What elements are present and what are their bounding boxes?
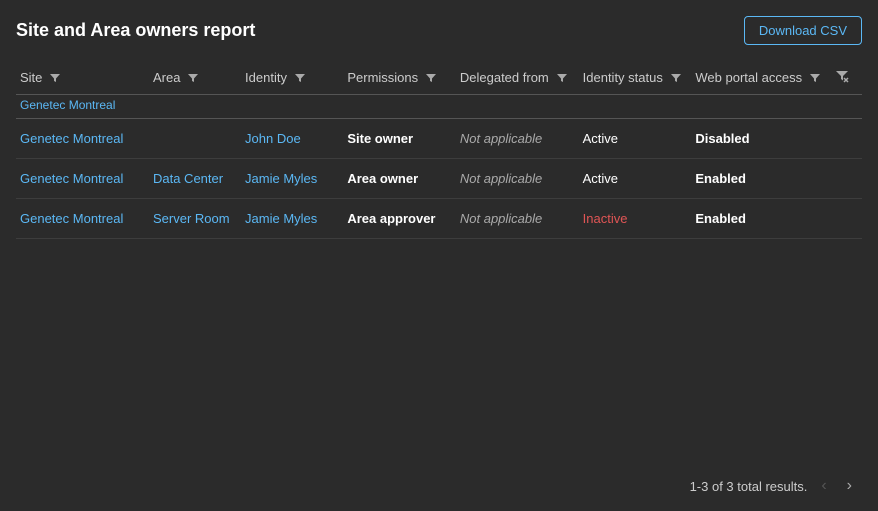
- site-link-0[interactable]: Genetec Montreal: [20, 131, 123, 146]
- table-wrapper: Site Area: [16, 61, 862, 465]
- cell-area-0: [149, 119, 241, 159]
- page-title: Site and Area owners report: [16, 20, 255, 41]
- cell-identity-status-1: Active: [579, 159, 692, 199]
- col-header-area: Area: [149, 61, 241, 95]
- identity-status-value-0: Active: [583, 131, 618, 146]
- web-portal-value-0: Disabled: [695, 131, 749, 146]
- col-header-delegated-from: Delegated from: [456, 61, 579, 95]
- download-csv-button[interactable]: Download CSV: [744, 16, 862, 45]
- table-row: Genetec Montreal Server Room Jamie Myles…: [16, 199, 862, 239]
- web-portal-filter-icon[interactable]: [810, 73, 820, 83]
- cell-delegated-from-2: Not applicable: [456, 199, 579, 239]
- cell-identity-0: John Doe: [241, 119, 343, 159]
- area-link-2[interactable]: Server Room: [153, 211, 230, 226]
- cell-web-portal-access-2: Enabled: [691, 199, 831, 239]
- identity-filter-icon[interactable]: [295, 73, 305, 83]
- cell-empty-0: [831, 119, 862, 159]
- col-header-identity-status: Identity status: [579, 61, 692, 95]
- site-filter-value: Genetec Montreal: [20, 98, 115, 112]
- cell-area-1: Data Center: [149, 159, 241, 199]
- col-header-site: Site: [16, 61, 149, 95]
- col-header-clear-filters[interactable]: [831, 61, 862, 95]
- cell-identity-2: Jamie Myles: [241, 199, 343, 239]
- table-row: Genetec Montreal John Doe Site owner Not…: [16, 119, 862, 159]
- area-filter-icon[interactable]: [188, 73, 198, 83]
- footer: 1-3 of 3 total results. ‹ ›: [16, 465, 862, 501]
- cell-empty-1: [831, 159, 862, 199]
- header: Site and Area owners report Download CSV: [16, 16, 862, 45]
- col-header-web-portal-access: Web portal access: [691, 61, 831, 95]
- cell-identity-status-0: Active: [579, 119, 692, 159]
- cell-delegated-from-1: Not applicable: [456, 159, 579, 199]
- cell-site-0: Genetec Montreal: [16, 119, 149, 159]
- table-header-row: Site Area: [16, 61, 862, 95]
- site-filter-icon[interactable]: [50, 73, 60, 83]
- area-link-1[interactable]: Data Center: [153, 171, 223, 186]
- clear-all-filters-icon[interactable]: [835, 71, 849, 86]
- cell-web-portal-access-0: Disabled: [691, 119, 831, 159]
- site-link-1[interactable]: Genetec Montreal: [20, 171, 123, 186]
- col-header-permissions: Permissions: [343, 61, 456, 95]
- prev-page-button[interactable]: ‹: [815, 475, 832, 497]
- identity-status-filter-icon[interactable]: [671, 73, 681, 83]
- identity-link-0[interactable]: John Doe: [245, 131, 301, 146]
- next-page-button[interactable]: ›: [841, 475, 858, 497]
- identity-link-2[interactable]: Jamie Myles: [245, 211, 317, 226]
- cell-identity-1: Jamie Myles: [241, 159, 343, 199]
- owners-table: Site Area: [16, 61, 862, 239]
- identity-status-value-2: Inactive: [583, 211, 628, 226]
- identity-link-1[interactable]: Jamie Myles: [245, 171, 317, 186]
- cell-area-2: Server Room: [149, 199, 241, 239]
- identity-status-value-1: Active: [583, 171, 618, 186]
- web-portal-value-2: Enabled: [695, 211, 746, 226]
- cell-web-portal-access-1: Enabled: [691, 159, 831, 199]
- filter-active-row: Genetec Montreal: [16, 95, 862, 119]
- site-link-2[interactable]: Genetec Montreal: [20, 211, 123, 226]
- cell-permissions-2: Area approver: [343, 199, 456, 239]
- cell-permissions-0: Site owner: [343, 119, 456, 159]
- col-header-identity: Identity: [241, 61, 343, 95]
- permissions-filter-icon[interactable]: [426, 73, 436, 83]
- cell-permissions-1: Area owner: [343, 159, 456, 199]
- delegated-filter-icon[interactable]: [557, 73, 567, 83]
- cell-site-2: Genetec Montreal: [16, 199, 149, 239]
- table-row: Genetec Montreal Data Center Jamie Myles…: [16, 159, 862, 199]
- cell-site-1: Genetec Montreal: [16, 159, 149, 199]
- table-body: Genetec Montreal John Doe Site owner Not…: [16, 119, 862, 239]
- cell-delegated-from-0: Not applicable: [456, 119, 579, 159]
- cell-identity-status-2: Inactive: [579, 199, 692, 239]
- pagination-text: 1-3 of 3 total results.: [690, 479, 808, 494]
- cell-empty-2: [831, 199, 862, 239]
- web-portal-value-1: Enabled: [695, 171, 746, 186]
